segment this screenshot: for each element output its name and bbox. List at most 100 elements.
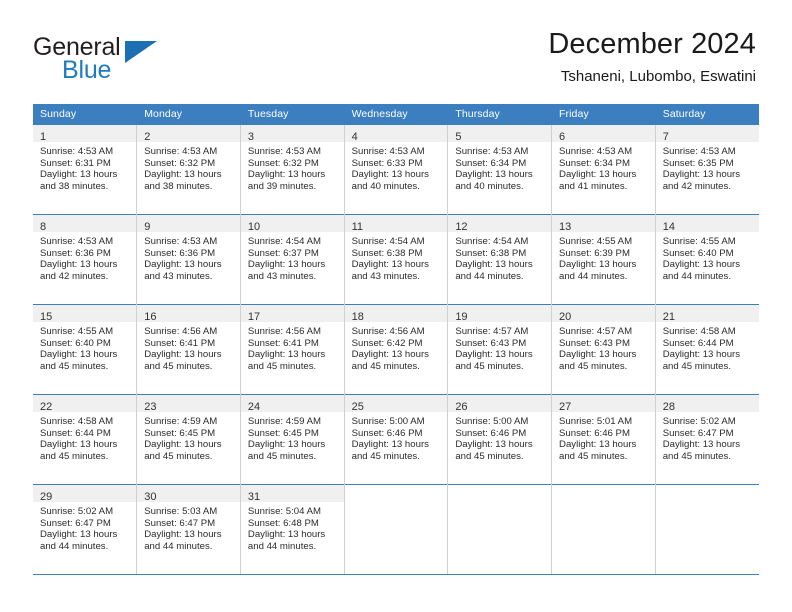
calendar-day-cell[interactable]: 18 Sunrise: 4:56 AM Sunset: 6:42 PM Dayligh… bbox=[344, 304, 449, 395]
calendar-day-cell[interactable]: 23 Sunrise: 4:59 AM Sunset: 6:45 PM Dayligh… bbox=[136, 394, 241, 485]
day-detail-line: and 44 minutes. bbox=[455, 270, 524, 282]
day-detail-line: and 44 minutes. bbox=[662, 270, 731, 282]
calendar-day-cell[interactable]: 12 Sunrise: 4:54 AM Sunset: 6:38 PM Dayligh… bbox=[447, 214, 553, 305]
day-detail-text: Sunrise: 4:54 AM Sunset: 6:38 PM Daylight:… bbox=[345, 232, 448, 282]
day-number: 30 bbox=[144, 491, 157, 503]
day-number-band bbox=[552, 485, 655, 502]
day-detail-line: Sunset: 6:46 PM bbox=[559, 427, 630, 439]
calendar-day-cell[interactable]: 2 Sunrise: 4:53 AM Sunset: 6:32 PM Daylight… bbox=[136, 124, 241, 215]
calendar-page: General Blue December 2024 Tshaneni, Lub… bbox=[0, 0, 792, 612]
day-detail-text: Sunrise: 4:53 AM Sunset: 6:33 PM Daylight:… bbox=[345, 142, 448, 192]
calendar-day-cell[interactable]: 21 Sunrise: 4:58 AM Sunset: 6:44 PM Dayligh… bbox=[655, 304, 759, 395]
day-detail-line: Daylight: 13 hours bbox=[455, 349, 533, 361]
day-number: 10 bbox=[247, 221, 261, 233]
day-detail-line: Daylight: 13 hours bbox=[247, 259, 326, 271]
calendar-day-cell[interactable]: 4 Sunrise: 4:53 AM Sunset: 6:33 PM Daylight… bbox=[344, 124, 449, 215]
calendar-day-cell[interactable]: 28 Sunrise: 5:02 AM Sunset: 6:47 PM Dayligh… bbox=[655, 394, 759, 485]
calendar-cell-empty bbox=[655, 484, 759, 575]
calendar-day-cell[interactable]: 19 Sunrise: 4:57 AM Sunset: 6:43 PM Dayligh… bbox=[447, 304, 553, 395]
calendar-day-cell[interactable]: 25 Sunrise: 5:00 AM Sunset: 6:46 PM Dayligh… bbox=[344, 394, 449, 485]
day-detail-line: and 41 minutes. bbox=[559, 180, 628, 192]
calendar-day-cell[interactable]: 31 Sunrise: 5:04 AM Sunset: 6:48 PM Dayligh… bbox=[240, 484, 345, 575]
calendar-day-cell[interactable]: 27 Sunrise: 5:01 AM Sunset: 6:46 PM Dayligh… bbox=[551, 394, 656, 485]
calendar-day-cell[interactable]: 16 Sunrise: 4:56 AM Sunset: 6:41 PM Dayligh… bbox=[136, 304, 241, 395]
day-detail-line: and 45 minutes. bbox=[559, 450, 628, 462]
calendar-day-cell[interactable]: 1 Sunrise: 4:53 AM Sunset: 6:31 PM Daylight… bbox=[33, 124, 138, 215]
day-detail-line: Sunset: 6:44 PM bbox=[662, 337, 734, 349]
day-detail-line: and 40 minutes. bbox=[455, 180, 524, 192]
day-detail-text: Sunrise: 5:01 AM Sunset: 6:46 PM Daylight:… bbox=[552, 412, 655, 462]
day-detail-line: Sunset: 6:34 PM bbox=[559, 157, 630, 169]
day-detail-line: Daylight: 13 hours bbox=[662, 349, 741, 361]
calendar-day-cell[interactable]: 15 Sunrise: 4:55 AM Sunset: 6:40 PM Dayligh… bbox=[33, 304, 138, 395]
day-number-band: 15 bbox=[33, 305, 137, 323]
day-detail-line: Sunrise: 4:53 AM bbox=[40, 146, 114, 157]
day-detail-line: and 45 minutes. bbox=[40, 450, 109, 462]
calendar-day-cell[interactable]: 3 Sunrise: 4:53 AM Sunset: 6:32 PM Daylight… bbox=[240, 124, 345, 215]
day-detail-line: Sunrise: 5:00 AM bbox=[455, 416, 529, 427]
day-detail-line: and 45 minutes. bbox=[247, 360, 317, 372]
day-detail-line: Sunrise: 5:00 AM bbox=[351, 416, 425, 427]
day-detail-line: Daylight: 13 hours bbox=[40, 439, 118, 451]
day-detail-line: Sunset: 6:46 PM bbox=[455, 427, 527, 439]
calendar-day-cell[interactable]: 24 Sunrise: 4:59 AM Sunset: 6:45 PM Dayligh… bbox=[240, 394, 345, 485]
day-detail-line: and 42 minutes. bbox=[40, 270, 109, 282]
day-number: 1 bbox=[40, 131, 47, 143]
day-number: 18 bbox=[351, 311, 364, 323]
day-detail-text: Sunrise: 4:53 AM Sunset: 6:34 PM Daylight:… bbox=[552, 142, 655, 192]
day-detail-line: Sunset: 6:47 PM bbox=[144, 517, 216, 529]
day-detail-text bbox=[656, 502, 759, 506]
calendar-day-cell[interactable]: 14 Sunrise: 4:55 AM Sunset: 6:40 PM Dayligh… bbox=[655, 214, 759, 305]
day-detail-line: Sunset: 6:41 PM bbox=[144, 337, 216, 349]
day-detail-line: Daylight: 13 hours bbox=[351, 259, 429, 271]
calendar-week-row: 15 Sunrise: 4:55 AM Sunset: 6:40 PM Dayligh… bbox=[33, 304, 759, 395]
calendar-day-cell[interactable]: 7 Sunrise: 4:53 AM Sunset: 6:35 PM Daylight… bbox=[655, 124, 759, 215]
day-detail-line: Daylight: 13 hours bbox=[662, 439, 741, 451]
day-detail-text: Sunrise: 5:02 AM Sunset: 6:47 PM Daylight:… bbox=[656, 412, 759, 462]
day-detail-line: Daylight: 13 hours bbox=[559, 439, 637, 451]
day-detail-text: Sunrise: 4:53 AM Sunset: 6:36 PM Daylight:… bbox=[33, 232, 136, 282]
day-detail-text: Sunrise: 5:04 AM Sunset: 6:48 PM Daylight:… bbox=[241, 502, 344, 552]
calendar-day-cell[interactable]: 11 Sunrise: 4:54 AM Sunset: 6:38 PM Dayligh… bbox=[344, 214, 449, 305]
day-detail-line: Daylight: 13 hours bbox=[455, 439, 533, 451]
day-detail-line: Sunrise: 4:58 AM bbox=[662, 326, 736, 337]
day-number: 2 bbox=[144, 131, 151, 143]
day-detail-line: and 45 minutes. bbox=[559, 360, 628, 372]
day-detail-line: Sunrise: 4:56 AM bbox=[351, 326, 425, 337]
brand-logo[interactable]: General Blue bbox=[33, 33, 243, 89]
calendar-day-cell[interactable]: 22 Sunrise: 4:58 AM Sunset: 6:44 PM Dayligh… bbox=[33, 394, 138, 485]
day-detail-line: Sunrise: 5:01 AM bbox=[559, 416, 633, 427]
calendar-day-cell[interactable]: 29 Sunrise: 5:02 AM Sunset: 6:47 PM Dayligh… bbox=[33, 484, 138, 575]
day-detail-line: Sunset: 6:40 PM bbox=[662, 247, 734, 259]
day-number: 9 bbox=[144, 221, 151, 233]
day-detail-line: and 44 minutes. bbox=[144, 540, 213, 552]
day-detail-text: Sunrise: 4:58 AM Sunset: 6:44 PM Daylight:… bbox=[33, 412, 136, 462]
day-detail-line: Sunset: 6:31 PM bbox=[40, 157, 111, 169]
day-number-band: 10 bbox=[240, 215, 344, 233]
day-detail-line: Sunrise: 4:54 AM bbox=[351, 236, 425, 247]
calendar-day-cell[interactable]: 8 Sunrise: 4:53 AM Sunset: 6:36 PM Daylight… bbox=[33, 214, 138, 305]
calendar-day-cell[interactable]: 20 Sunrise: 4:57 AM Sunset: 6:43 PM Dayligh… bbox=[551, 304, 656, 395]
day-number-band: 14 bbox=[655, 215, 759, 233]
title-block: December 2024 Tshaneni, Lubombo, Eswatin… bbox=[548, 26, 756, 88]
calendar-day-cell[interactable]: 6 Sunrise: 4:53 AM Sunset: 6:34 PM Daylight… bbox=[551, 124, 656, 215]
day-detail-text bbox=[552, 502, 655, 506]
calendar-day-cell[interactable]: 10 Sunrise: 4:54 AM Sunset: 6:37 PM Dayligh… bbox=[240, 214, 345, 305]
day-number-band: 26 bbox=[448, 395, 552, 413]
day-detail-line: and 44 minutes. bbox=[559, 270, 628, 282]
calendar-day-cell[interactable]: 13 Sunrise: 4:55 AM Sunset: 6:39 PM Dayligh… bbox=[551, 214, 656, 305]
day-detail-line: and 39 minutes. bbox=[247, 180, 317, 192]
day-number: 20 bbox=[559, 311, 572, 323]
weekday-header-sunday: Sunday bbox=[33, 104, 138, 125]
calendar-day-cell[interactable]: 5 Sunrise: 4:53 AM Sunset: 6:34 PM Daylight… bbox=[447, 124, 553, 215]
calendar-day-cell[interactable]: 30 Sunrise: 5:03 AM Sunset: 6:47 PM Dayligh… bbox=[136, 484, 241, 575]
day-number: 28 bbox=[662, 401, 675, 413]
calendar-day-cell[interactable]: 26 Sunrise: 5:00 AM Sunset: 6:46 PM Dayligh… bbox=[447, 394, 553, 485]
day-detail-line: Daylight: 13 hours bbox=[455, 169, 533, 181]
day-detail-line: Sunrise: 5:02 AM bbox=[662, 416, 736, 427]
day-number-band: 25 bbox=[344, 395, 448, 413]
day-number-band: 23 bbox=[137, 395, 240, 413]
calendar-day-cell[interactable]: 17 Sunrise: 4:56 AM Sunset: 6:41 PM Dayligh… bbox=[240, 304, 345, 395]
calendar-day-cell[interactable]: 9 Sunrise: 4:53 AM Sunset: 6:36 PM Daylight… bbox=[136, 214, 241, 305]
day-number-band: 11 bbox=[344, 215, 448, 233]
